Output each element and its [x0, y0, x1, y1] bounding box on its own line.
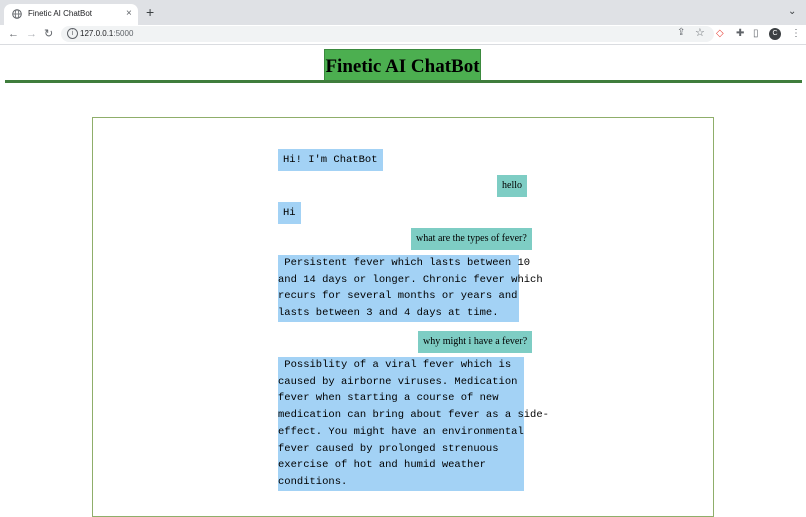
url-host: 127.0.0.1: [80, 29, 114, 38]
tab-search-chevron-icon[interactable]: ⌄: [788, 6, 796, 18]
new-tab-button[interactable]: +: [146, 5, 154, 19]
bot-message: Hi! I'm ChatBot: [278, 149, 383, 171]
profile-avatar[interactable]: C: [769, 28, 781, 40]
reload-button[interactable]: ↻: [44, 27, 53, 41]
tab-close-icon[interactable]: ×: [126, 7, 132, 21]
bot-message-line: conditions.: [278, 475, 348, 488]
page-title: Finetic AI ChatBot: [325, 56, 480, 77]
globe-icon: [12, 9, 22, 19]
bookmark-star-icon[interactable]: ☆: [695, 26, 705, 39]
bot-message-line: effect. You might have an environmental: [278, 425, 524, 438]
user-message: what are the types of fever?: [411, 228, 532, 250]
bot-message-line: caused by airborne viruses. Medication: [278, 375, 518, 388]
side-panel-icon[interactable]: ▯: [753, 28, 759, 40]
puzzle-extensions-icon[interactable]: ✚: [736, 28, 744, 40]
extension-icon[interactable]: ◇: [716, 28, 724, 40]
bot-message-line: recurs for several months or years and: [278, 290, 518, 303]
address-bar[interactable]: i 127.0.0.1:5000 ⇪ ☆: [61, 26, 714, 42]
user-message: hello: [497, 175, 527, 197]
bot-message-line: exercise of hot and humid weather: [278, 459, 486, 472]
browser-tab[interactable]: Finetic AI ChatBot ×: [4, 4, 138, 25]
tab-title: Finetic AI ChatBot: [28, 9, 93, 18]
browser-tabstrip: Finetic AI ChatBot × + ⌄: [0, 0, 806, 25]
browser-toolbar: ← → ↻ i 127.0.0.1:5000 ⇪ ☆ ◇ ✚ ▯ C ⋮: [0, 25, 806, 45]
bot-message-line: Possiblity of a viral fever which is: [278, 359, 512, 371]
bot-message: Hi: [278, 202, 301, 224]
site-info-icon[interactable]: i: [67, 28, 78, 39]
bot-message: Persistent fever which lasts between 10 …: [278, 255, 543, 322]
user-message: why might i have a fever?: [418, 331, 533, 353]
share-icon[interactable]: ⇪: [677, 27, 685, 38]
bot-message-line: and 14 days or longer. Chronic fever whi…: [278, 273, 543, 286]
bot-message-line: medication can bring about fever as a si…: [278, 409, 549, 422]
url-port: :5000: [113, 29, 134, 38]
header-divider: [5, 80, 802, 83]
back-button[interactable]: ←: [8, 27, 19, 41]
menu-kebab-icon[interactable]: ⋮: [791, 28, 801, 40]
bot-message-line: fever when starting a course of new: [278, 392, 499, 405]
url-text: 127.0.0.1:5000: [80, 29, 133, 38]
forward-button[interactable]: →: [26, 27, 37, 41]
bot-message: Possiblity of a viral fever which is cau…: [278, 357, 549, 491]
bot-message-line: fever caused by prolonged strenuous: [278, 442, 499, 455]
bot-message-line: Persistent fever which lasts between 10: [278, 257, 531, 269]
bot-message-line: lasts between 3 and 4 days at time.: [278, 307, 499, 320]
page-header: Finetic AI ChatBot: [324, 49, 481, 82]
